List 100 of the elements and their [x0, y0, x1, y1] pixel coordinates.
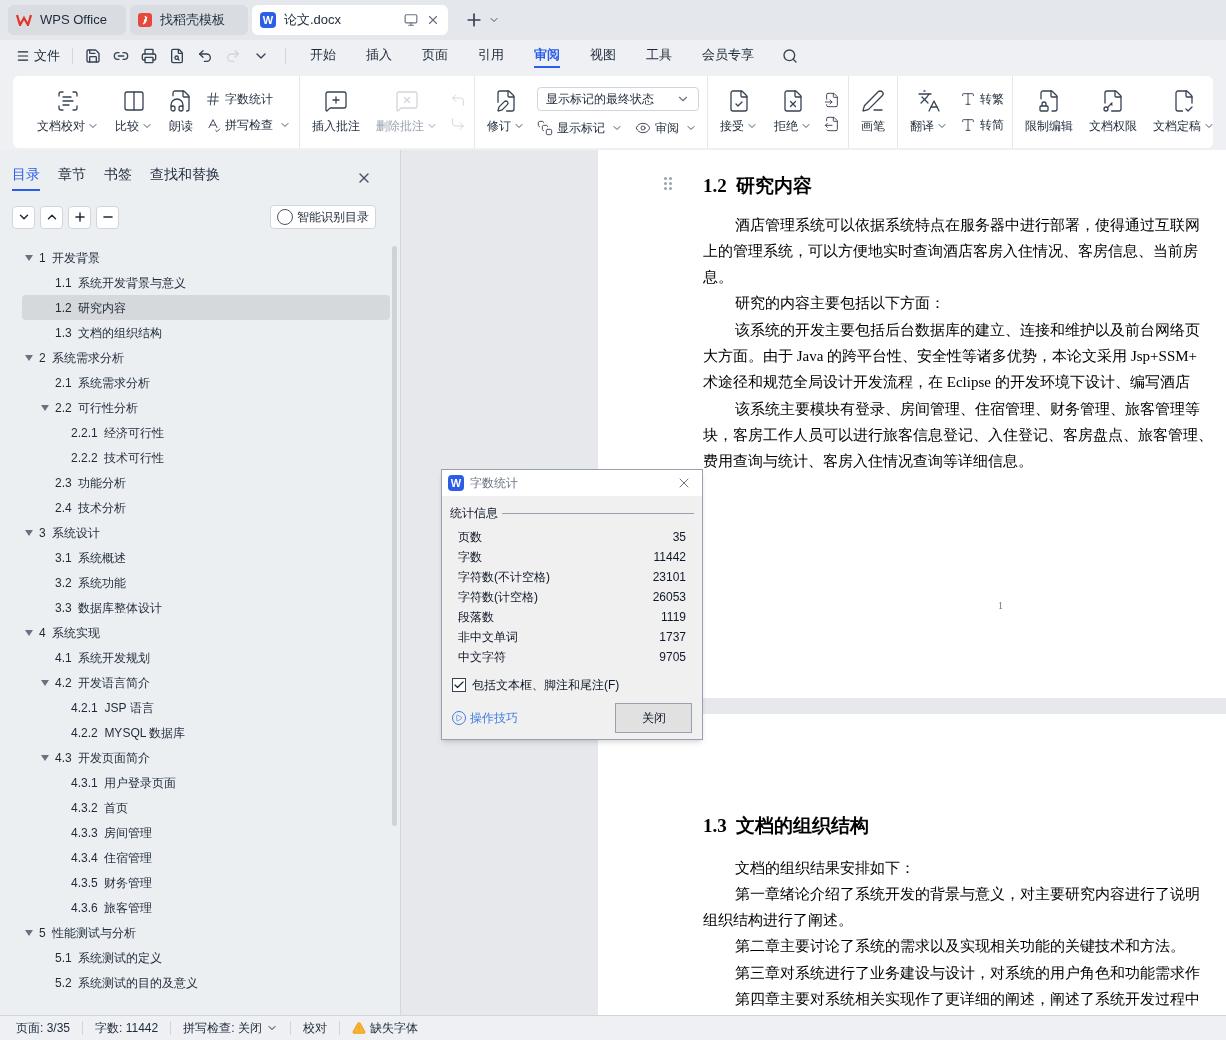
panel-tab[interactable]: 书签: [104, 164, 132, 191]
toc-item[interactable]: 4.2.1 JSP 语言: [22, 695, 390, 720]
ribbon-button[interactable]: 文档权限: [1085, 89, 1141, 135]
ribbon-button[interactable]: 朗读: [165, 89, 197, 135]
toc-item[interactable]: 4.3.4 住宿管理: [22, 845, 390, 870]
paragraph-line: 费用查询与统计、客房入住情况查询等详细信息。: [703, 452, 1033, 472]
toc-item[interactable]: 2.4 技术分析: [22, 495, 390, 520]
expand-arrow-icon[interactable]: [25, 354, 33, 361]
toc-item[interactable]: 2.1 系统需求分析: [22, 370, 390, 395]
close-icon[interactable]: [426, 13, 440, 27]
ribbon-small-button[interactable]: 转繁: [960, 90, 1004, 108]
ribbon-tab[interactable]: 视图: [590, 44, 616, 68]
ribbon-tab[interactable]: 工具: [646, 44, 672, 68]
toc-item[interactable]: 4.3.2 首页: [22, 795, 390, 820]
paragraph-line: 第三章对系统进行了业务建设与设计，对系统的用户角色和功能需求作: [735, 963, 1200, 983]
nav-arrow-button[interactable]: [824, 92, 840, 108]
status-item[interactable]: 缺失字体: [351, 1019, 418, 1037]
toc-item[interactable]: 4.3.1 用户登录页面: [22, 770, 390, 795]
status-item[interactable]: 页面: 3/35: [16, 1019, 71, 1037]
ribbon-small-button[interactable]: 显示标记: [537, 119, 623, 137]
toc-item[interactable]: 4.3.6 旅客管理: [22, 895, 390, 920]
status-item[interactable]: 字数: 11442: [95, 1019, 159, 1037]
ribbon-small-button[interactable]: 字数统计: [205, 90, 291, 108]
ribbon-small-button[interactable]: 审阅: [635, 119, 697, 137]
print-icon[interactable]: [141, 48, 157, 64]
ribbon-button[interactable]: 文档定稿: [1149, 89, 1219, 135]
ribbon-button[interactable]: 比较: [111, 89, 157, 135]
expand-button[interactable]: [40, 205, 63, 229]
search-icon[interactable]: [782, 48, 798, 64]
ribbon-small-button[interactable]: 拼写检查: [205, 116, 291, 134]
expand-arrow-icon[interactable]: [25, 629, 33, 636]
collapse-button[interactable]: [12, 205, 35, 229]
doc-logo-icon: W: [260, 12, 276, 28]
ribbon-button[interactable]: 修订: [483, 89, 529, 135]
ribbon-button[interactable]: 插入批注: [308, 89, 364, 135]
undo-icon[interactable]: [197, 48, 213, 64]
toc-item[interactable]: 2.2 可行性分析: [22, 395, 390, 420]
ribbon-small-button[interactable]: 转简: [960, 116, 1004, 134]
toc-item[interactable]: 3 系统设计: [22, 520, 390, 545]
app-tab[interactable]: W 论文.docx: [252, 5, 448, 35]
toc-item[interactable]: 4.2.2 MYSQL 数据库: [22, 720, 390, 745]
scrollbar[interactable]: [392, 246, 397, 826]
add-button[interactable]: [68, 205, 91, 229]
app-tab[interactable]: 找稻壳模板: [130, 5, 248, 35]
ribbon-button[interactable]: 限制编辑: [1021, 89, 1077, 135]
panel-tab[interactable]: 查找和替换: [150, 164, 220, 191]
toc-item[interactable]: 1.1 系统开发背景与意义: [22, 270, 390, 295]
toc-item[interactable]: 4.1 系统开发规划: [22, 645, 390, 670]
smart-toc-button[interactable]: 智能识别目录: [270, 205, 376, 229]
toc-item[interactable]: 4.2 开发语言简介: [22, 670, 390, 695]
toc-item[interactable]: 3.3 数据库整体设计: [22, 595, 390, 620]
toc-item[interactable]: 5 性能测试与分析: [22, 920, 390, 945]
ribbon-tab[interactable]: 引用: [478, 44, 504, 68]
toc-item[interactable]: 4.3 开发页面简介: [22, 745, 390, 770]
tips-link[interactable]: 操作技巧: [452, 709, 518, 727]
ribbon-tab[interactable]: 开始: [310, 44, 336, 68]
ribbon-tab[interactable]: 插入: [366, 44, 392, 68]
preview-icon[interactable]: [169, 48, 185, 64]
toc-item[interactable]: 2 系统需求分析: [22, 345, 390, 370]
toc-item[interactable]: 2.2.1 经济可行性: [22, 420, 390, 445]
toc-item[interactable]: 2.2.2 技术可行性: [22, 445, 390, 470]
save-icon[interactable]: [85, 48, 101, 64]
ribbon-tab[interactable]: 审阅: [534, 44, 560, 68]
expand-arrow-icon[interactable]: [41, 679, 49, 686]
markup-select[interactable]: 显示标记的最终状态: [537, 87, 699, 111]
expand-arrow-icon[interactable]: [25, 929, 33, 936]
expand-arrow-icon[interactable]: [25, 254, 33, 261]
toc-item[interactable]: 1.3 文档的组织结构: [22, 320, 390, 345]
status-item[interactable]: 校对: [302, 1019, 327, 1037]
toc-item[interactable]: 3.2 系统功能: [22, 570, 390, 595]
toc-item[interactable]: 1 开发背景: [22, 245, 390, 270]
ribbon-button[interactable]: 翻译: [906, 89, 952, 135]
expand-arrow-icon[interactable]: [41, 754, 49, 761]
ribbon-button[interactable]: 接受: [716, 89, 762, 135]
remove-button[interactable]: [96, 205, 119, 229]
ribbon-button[interactable]: 画笔: [857, 89, 889, 135]
toc-item[interactable]: 4 系统实现: [22, 620, 390, 645]
toc-item[interactable]: 3.1 系统概述: [22, 545, 390, 570]
toc-item[interactable]: 5.1 系统测试的定义: [22, 945, 390, 970]
expand-arrow-icon[interactable]: [41, 404, 49, 411]
ribbon-tab[interactable]: 会员专享: [702, 44, 754, 68]
drag-handle-icon[interactable]: [664, 177, 672, 190]
status-item[interactable]: 拼写检查: 关闭: [183, 1019, 278, 1037]
ribbon-button[interactable]: 拒绝: [770, 89, 816, 135]
toc-item[interactable]: 2.3 功能分析: [22, 470, 390, 495]
checkbox[interactable]: [452, 678, 466, 692]
panel-tab[interactable]: 目录: [12, 164, 40, 191]
toc-item[interactable]: 1.2 研究内容: [22, 295, 390, 320]
panel-tab[interactable]: 章节: [58, 164, 86, 191]
app-tab[interactable]: WPS Office: [8, 5, 126, 35]
toc-item[interactable]: 4.3.3 房间管理: [22, 820, 390, 845]
file-menu[interactable]: 文件: [16, 46, 60, 66]
close-button[interactable]: 关闭: [615, 703, 692, 733]
nav-arrow-button[interactable]: [824, 116, 840, 132]
monitor-icon[interactable]: [404, 13, 418, 27]
ribbon-tab[interactable]: 页面: [422, 44, 448, 68]
ribbon-button[interactable]: 文档校对: [33, 89, 103, 135]
toc-item[interactable]: 5.2 系统测试的目的及意义: [22, 970, 390, 995]
expand-arrow-icon[interactable]: [25, 529, 33, 536]
toc-item[interactable]: 4.3.5 财务管理: [22, 870, 390, 895]
